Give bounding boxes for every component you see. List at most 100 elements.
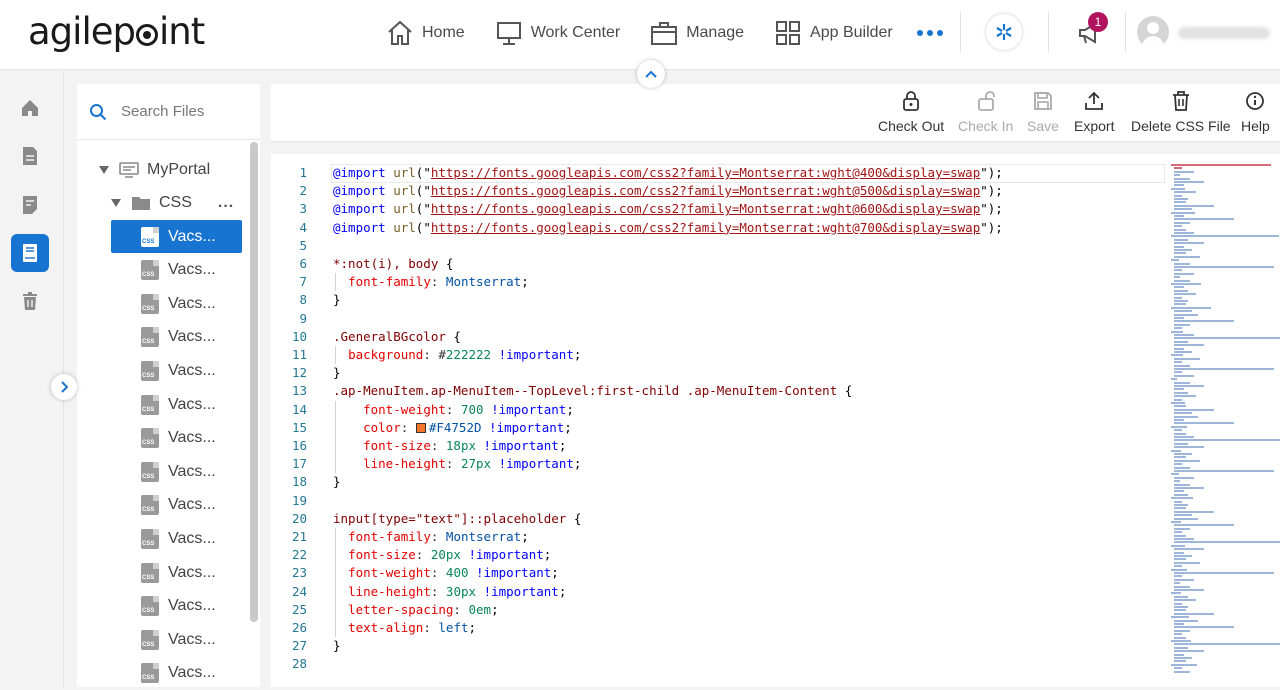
rail-home[interactable] [11, 89, 49, 127]
book-icon [23, 244, 37, 262]
delete-css-file-button[interactable]: Delete CSS File [1131, 90, 1231, 134]
code-line[interactable]: 17 line-height: 27px !important; [271, 455, 1161, 473]
line-number: 23 [291, 565, 307, 581]
code-line[interactable]: 9 [271, 310, 1161, 328]
more-dots-icon[interactable] [916, 30, 943, 36]
nav-home[interactable]: Home [386, 18, 465, 48]
code-line[interactable]: 25 letter-spacing: 0em; [271, 601, 1161, 619]
file-item[interactable]: CSS Vacs... [111, 388, 242, 421]
code-line[interactable]: 11 background: #222222 !important; [271, 346, 1161, 364]
minimap-line [1174, 296, 1182, 299]
tree-root-myportal[interactable]: MyPortal [99, 154, 210, 186]
code-line[interactable]: 23 font-weight: 400 !important; [271, 564, 1161, 582]
minimap-line [1171, 640, 1191, 642]
file-item[interactable]: CSS Vacs... [111, 287, 242, 320]
file-item[interactable]: CSS Vacs... [111, 220, 242, 253]
check-in-button[interactable]: Check In [958, 90, 1013, 134]
code-line[interactable]: 16 font-size: 18px !important; [271, 437, 1161, 455]
code-text: line-height: 27px !important; [363, 456, 582, 472]
caret-down-icon[interactable] [111, 199, 121, 207]
line-number: 8 [299, 292, 307, 308]
collapse-header-button[interactable] [637, 60, 665, 88]
code-line[interactable]: 1 @import url("https://fonts.googleapis.c… [271, 164, 1161, 182]
avatar[interactable] [1137, 16, 1169, 48]
code-line[interactable]: 5 [271, 237, 1161, 255]
rail-documents[interactable] [11, 137, 49, 175]
code-line[interactable]: 20 input[type="text"]::placeholder { [271, 510, 1161, 528]
minimap-line [1174, 436, 1194, 438]
nav-work-center[interactable]: Work Center [495, 18, 620, 48]
code-line[interactable]: 24 line-height: 30px !important; [271, 583, 1161, 601]
file-item[interactable]: CSS Vacs... [111, 254, 242, 287]
file-item[interactable]: CSS Vacs... [111, 522, 242, 555]
code-line[interactable]: 3 @import url("https://fonts.googleapis.c… [271, 200, 1161, 218]
file-panel-scrollbar[interactable] [250, 142, 258, 622]
check-out-button[interactable]: Check Out [878, 90, 944, 134]
file-item[interactable]: CSS Vacs... [111, 422, 242, 455]
username-blurred[interactable] [1178, 27, 1270, 39]
file-item[interactable]: CSS Vacs... [111, 489, 242, 522]
nav-manage[interactable]: Manage [650, 18, 744, 48]
top-header: agilep int Home Work Center Manage App Bu… [0, 0, 1280, 70]
code-line[interactable]: 21 font-family: Montserrat; [271, 528, 1161, 546]
code-line[interactable]: 15 color: #F4752D !important; [271, 419, 1161, 437]
tree-folder-css[interactable]: CSS ... [111, 187, 234, 219]
help-button[interactable]: Help [1241, 90, 1270, 134]
agilepoint-logo[interactable]: agilep int [28, 12, 205, 52]
code-line[interactable]: 12} [271, 364, 1161, 382]
minimap-line [1174, 657, 1192, 659]
save-button[interactable]: Save [1027, 90, 1059, 134]
expand-panel-button[interactable] [51, 374, 77, 400]
code-line[interactable]: 4 @import url("https://fonts.googleapis.c… [271, 219, 1161, 237]
file-item[interactable]: CSS Vacs... [111, 354, 242, 387]
folder-icon [132, 197, 150, 210]
file-item[interactable]: CSS Vacs... [111, 556, 242, 589]
rail-css-files[interactable] [11, 234, 49, 272]
minimap-line [1174, 633, 1182, 636]
notification-badge: 1 [1088, 12, 1108, 32]
notifications-button[interactable]: 1 [1072, 12, 1108, 50]
minimap-line [1174, 344, 1204, 347]
folder-more-button[interactable]: ... [218, 194, 234, 212]
file-item[interactable]: CSS Vacs... [111, 590, 242, 623]
code-editor[interactable]: 1 @import url("https://fonts.googleapis.c… [271, 154, 1280, 687]
code-line[interactable]: 14 font-weight: 700 !important; [271, 401, 1161, 419]
search-input[interactable] [121, 103, 241, 120]
minimap-line [1174, 347, 1184, 350]
code-line[interactable]: 22 font-size: 20px !important; [271, 546, 1161, 564]
minimap-line [1174, 405, 1186, 408]
minimap-line [1174, 650, 1204, 653]
export-button[interactable]: Export [1074, 90, 1114, 134]
code-line[interactable]: 8} [271, 291, 1161, 309]
code-line[interactable]: 7 font-family: Montserrat; [271, 273, 1161, 291]
caret-down-icon[interactable] [99, 166, 109, 174]
file-panel: MyPortal CSS ... CSSVacs...CSSVacs...CSS… [77, 84, 260, 687]
code-minimap[interactable] [1171, 164, 1280, 687]
agilepoint-ai-button[interactable] [986, 14, 1022, 50]
minimap-line [1174, 531, 1182, 534]
chevron-right-icon [61, 381, 68, 393]
rail-forms[interactable] [11, 186, 49, 224]
css-file-icon: CSS [141, 327, 159, 348]
minimap-line [1174, 623, 1184, 625]
code-line[interactable]: 10 .GeneralBGcolor { [271, 328, 1161, 346]
minimap-line [1174, 181, 1204, 183]
code-line[interactable]: 2 @import url("https://fonts.googleapis.c… [271, 182, 1161, 200]
code-line[interactable]: 26 text-align: left; [271, 619, 1161, 637]
minimap-line [1174, 527, 1190, 530]
minimap-line [1174, 303, 1186, 306]
code-line[interactable]: 28 [271, 655, 1161, 673]
nav-app-builder[interactable]: App Builder [774, 18, 893, 48]
code-line[interactable]: 6 *:not(i), body { [271, 255, 1161, 273]
rail-trash[interactable] [11, 282, 49, 320]
code-line[interactable]: 13 .ap-MenuItem.ap-MenuItem--TopLevel:fir… [271, 382, 1161, 400]
file-item[interactable]: CSS Vacs... [111, 455, 242, 488]
code-line[interactable]: 18} [271, 473, 1161, 491]
code-line[interactable]: 19 [271, 492, 1161, 510]
file-item[interactable]: CSS Vacs... [111, 321, 242, 354]
minimap-line [1174, 466, 1190, 469]
line-number: 3 [299, 201, 307, 217]
file-item[interactable]: CSS Vacs... [111, 623, 242, 656]
code-line[interactable]: 27} [271, 637, 1161, 655]
file-item[interactable]: CSS Vacs... [111, 657, 242, 690]
